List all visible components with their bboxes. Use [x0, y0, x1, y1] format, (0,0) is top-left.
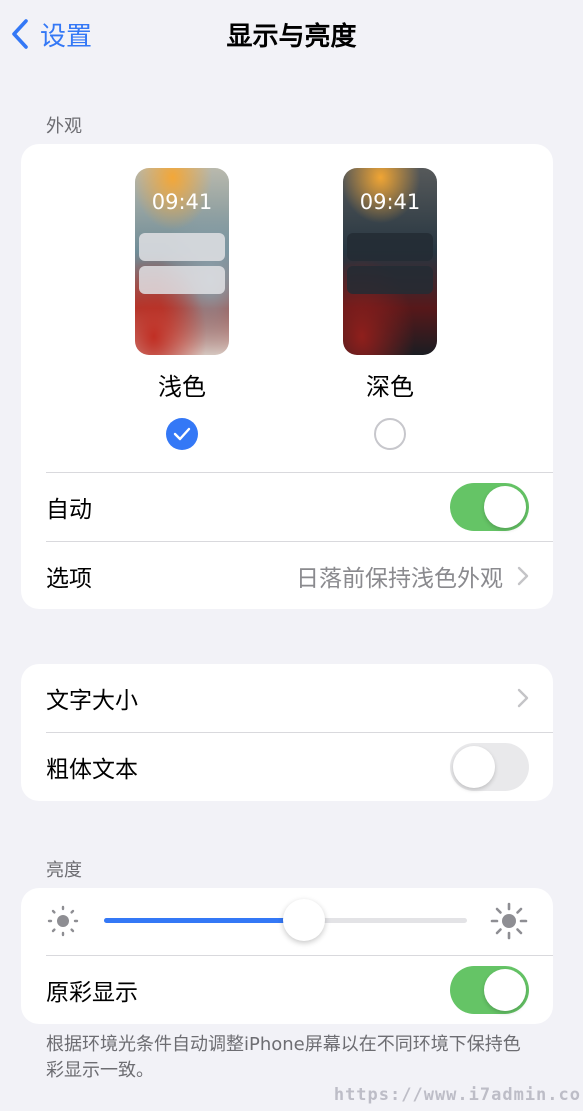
brightness-slider[interactable] — [104, 899, 467, 941]
display-brightness-screen: 设置 显示与亮度 外观 09:41 浅色 09:41 深色 自动 选项 日落前保… — [0, 0, 583, 1111]
auto-row: 自动 — [46, 472, 553, 540]
bold-text-row: 粗体文本 — [46, 732, 553, 800]
auto-toggle[interactable] — [450, 483, 529, 531]
true-tone-label: 原彩显示 — [46, 979, 138, 1006]
text-size-label: 文字大小 — [46, 688, 138, 714]
text-card: 文字大小 粗体文本 — [21, 664, 553, 801]
bold-text-label: 粗体文本 — [46, 756, 138, 783]
toggle-knob — [484, 486, 526, 528]
preview-notification — [139, 266, 225, 294]
preview-notification — [139, 233, 225, 261]
brightness-low-icon — [47, 905, 79, 937]
watermark: https://www.i7admin.co — [333, 1085, 581, 1105]
brightness-fill — [104, 918, 304, 923]
brightness-slider-row — [21, 888, 553, 954]
appearance-header: 外观 — [46, 116, 82, 137]
auto-label: 自动 — [46, 496, 92, 523]
chevron-right-icon — [517, 566, 529, 586]
page-title: 显示与亮度 — [226, 22, 357, 52]
options-label: 选项 — [46, 565, 92, 592]
preview-time: 09:41 — [151, 190, 213, 214]
brightness-slider-thumb[interactable] — [282, 899, 325, 941]
dark-preview[interactable]: 09:41 — [343, 168, 437, 355]
dark-label: 深色 — [366, 373, 414, 401]
brightness-high-icon — [490, 902, 528, 940]
checkmark-icon — [173, 427, 191, 441]
light-label: 浅色 — [158, 373, 206, 401]
appearance-card: 09:41 浅色 09:41 深色 自动 选项 日落前保持浅色外观 — [21, 144, 553, 609]
chevron-right-icon — [517, 688, 529, 708]
preview-notification — [347, 266, 433, 294]
text-size-row[interactable]: 文字大小 — [46, 664, 553, 732]
preview-notification — [347, 233, 433, 261]
dark-radio[interactable] — [374, 418, 406, 450]
true-tone-toggle[interactable] — [450, 966, 529, 1014]
toggle-knob — [484, 969, 526, 1011]
navigation-bar: 设置 显示与亮度 — [0, 0, 583, 70]
true-tone-description: 根据环境光条件自动调整iPhone屏幕以在不同环境下保持色彩显示一致。 — [46, 1034, 521, 1081]
brightness-card: 原彩显示 — [21, 888, 553, 1024]
preview-time: 09:41 — [359, 190, 421, 214]
true-tone-row: 原彩显示 — [46, 955, 553, 1023]
options-row[interactable]: 选项 日落前保持浅色外观 — [46, 541, 553, 609]
toggle-knob — [453, 746, 495, 788]
appearance-option-light[interactable]: 09:41 浅色 — [122, 168, 242, 450]
light-radio[interactable] — [166, 418, 198, 450]
light-preview[interactable]: 09:41 — [135, 168, 229, 355]
bold-text-toggle[interactable] — [450, 743, 529, 791]
brightness-header: 亮度 — [46, 860, 82, 881]
options-value: 日落前保持浅色外观 — [296, 566, 503, 592]
appearance-option-dark[interactable]: 09:41 深色 — [330, 168, 450, 450]
